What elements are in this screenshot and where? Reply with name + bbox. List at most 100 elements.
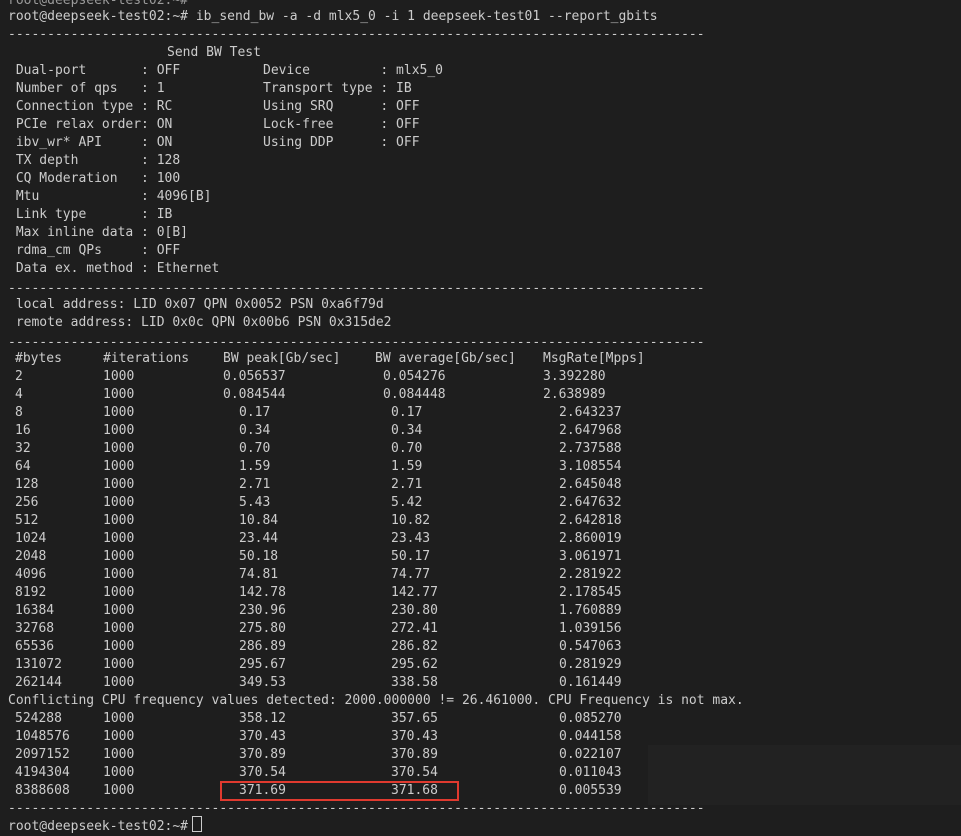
cell-iterations: 1000	[103, 765, 135, 780]
cell-bytes: 2097152	[15, 747, 70, 762]
cell-bytes: 2	[15, 369, 23, 384]
setting-left-row: Link type : IB	[8, 207, 173, 222]
cell-msgrate: 3.392280	[543, 369, 606, 384]
cell-msgrate: 1.039156	[559, 621, 622, 636]
cell-iterations: 1000	[103, 531, 135, 546]
setting-left-row: CQ Moderation : 100	[8, 171, 181, 186]
cell-msgrate: 2.737588	[559, 441, 622, 456]
setting-right-row: Device : mlx5_0	[263, 63, 444, 78]
cell-bw-average: 2.71	[391, 477, 423, 492]
cell-bw-peak: 370.54	[239, 765, 286, 780]
cell-bw-peak: 286.89	[239, 639, 286, 654]
setting-left-row: Max inline data : 0[B]	[8, 225, 189, 240]
cell-bw-peak: 370.89	[239, 747, 286, 762]
cell-msgrate: 2.178545	[559, 585, 622, 600]
cell-bw-average: 370.89	[391, 747, 438, 762]
cell-bw-average: 272.41	[391, 621, 438, 636]
setting-right-row: Transport type : IB	[263, 81, 412, 96]
cell-iterations: 1000	[103, 405, 135, 420]
cell-msgrate: 2.647968	[559, 423, 622, 438]
cell-msgrate: 0.044158	[559, 729, 622, 744]
cell-bw-peak: 0.17	[239, 405, 271, 420]
cell-bytes: 8192	[15, 585, 47, 600]
setting-left-row: ibv_wr* API : ON	[8, 135, 173, 150]
cell-bw-peak: 2.71	[239, 477, 271, 492]
cell-bw-peak: 358.12	[239, 711, 286, 726]
cell-msgrate: 0.085270	[559, 711, 622, 726]
cell-bw-average: 0.084448	[383, 387, 446, 402]
cell-bw-average: 23.43	[391, 531, 431, 546]
cell-iterations: 1000	[103, 567, 135, 582]
cell-bw-average: 50.17	[391, 549, 431, 564]
cell-msgrate: 2.860019	[559, 531, 622, 546]
cell-bw-average: 0.70	[391, 441, 423, 456]
header-msgrate: MsgRate[Mpps]	[543, 351, 645, 366]
cell-msgrate: 3.108554	[559, 459, 622, 474]
cell-bw-peak: 5.43	[239, 495, 271, 510]
cell-bw-peak: 275.80	[239, 621, 286, 636]
cell-msgrate: 0.281929	[559, 657, 622, 672]
cell-iterations: 1000	[103, 477, 135, 492]
cell-bytes: 524288	[15, 711, 62, 726]
setting-left-row: Mtu : 4096[B]	[8, 189, 212, 204]
cell-bw-average: 295.62	[391, 657, 438, 672]
cell-bytes: 32768	[15, 621, 55, 636]
setting-left-row: TX depth : 128	[8, 153, 181, 168]
cell-bw-average: 338.58	[391, 675, 438, 690]
cell-iterations: 1000	[103, 711, 135, 726]
setting-right-row: Using SRQ : OFF	[263, 99, 420, 114]
test-title: Send BW Test	[167, 45, 261, 60]
cell-bytes: 1024	[15, 531, 47, 546]
cell-iterations: 1000	[103, 675, 135, 690]
cell-msgrate: 2.647632	[559, 495, 622, 510]
cell-bytes: 16	[15, 423, 31, 438]
local-address-line: local address: LID 0x07 QPN 0x0052 PSN 0…	[8, 297, 384, 312]
terminal-window[interactable]: root@deepseek-test02:~# root@deepseek-te…	[0, 0, 961, 834]
cell-bw-average: 1.59	[391, 459, 423, 474]
cell-iterations: 1000	[103, 441, 135, 456]
cell-bw-average: 0.17	[391, 405, 423, 420]
remote-address-line: remote address: LID 0x0c QPN 0x00b6 PSN …	[8, 315, 392, 330]
cell-iterations: 1000	[103, 639, 135, 654]
setting-left-row: Dual-port : OFF	[8, 63, 181, 78]
cell-bytes: 512	[15, 513, 39, 528]
highlight-box	[220, 781, 459, 801]
cell-bw-average: 357.65	[391, 711, 438, 726]
cell-msgrate: 0.161449	[559, 675, 622, 690]
cell-bytes: 131072	[15, 657, 62, 672]
final-prompt-line[interactable]: root@deepseek-test02:~#	[8, 816, 203, 834]
cell-bytes: 4	[15, 387, 23, 402]
header-bytes: #bytes	[15, 351, 62, 366]
cell-bw-peak: 1.59	[239, 459, 271, 474]
cell-msgrate: 2.642818	[559, 513, 622, 528]
cell-bytes: 256	[15, 495, 39, 510]
text-cursor	[192, 816, 203, 832]
cell-bw-peak: 142.78	[239, 585, 286, 600]
setting-left-row: PCIe relax order: ON	[8, 117, 173, 132]
cell-bw-peak: 370.43	[239, 729, 286, 744]
cell-iterations: 1000	[103, 495, 135, 510]
setting-left-row: Number of qps : 1	[8, 81, 165, 96]
cell-bw-average: 142.77	[391, 585, 438, 600]
cell-bw-average: 0.34	[391, 423, 423, 438]
header-bw-average: BW average[Gb/sec]	[375, 351, 516, 366]
cell-msgrate: 2.643237	[559, 405, 622, 420]
cpu-frequency-warning: Conflicting CPU frequency values detecte…	[8, 693, 744, 708]
cell-msgrate: 2.638989	[543, 387, 606, 402]
cell-bytes: 64	[15, 459, 31, 474]
setting-left-row: rdma_cm QPs : OFF	[8, 243, 181, 258]
cell-bytes: 4194304	[15, 765, 70, 780]
cell-msgrate: 0.011043	[559, 765, 622, 780]
cell-iterations: 1000	[103, 423, 135, 438]
cell-bytes: 2048	[15, 549, 47, 564]
cell-iterations: 1000	[103, 549, 135, 564]
cell-bytes: 32	[15, 441, 31, 456]
cell-bw-peak: 0.34	[239, 423, 271, 438]
cell-bw-average: 74.77	[391, 567, 431, 582]
setting-right-row: Using DDP : OFF	[263, 135, 420, 150]
cell-msgrate: 2.645048	[559, 477, 622, 492]
cell-bw-peak: 0.084544	[223, 387, 286, 402]
cell-iterations: 1000	[103, 387, 135, 402]
cell-bw-average: 5.42	[391, 495, 423, 510]
cell-bw-peak: 74.81	[239, 567, 279, 582]
